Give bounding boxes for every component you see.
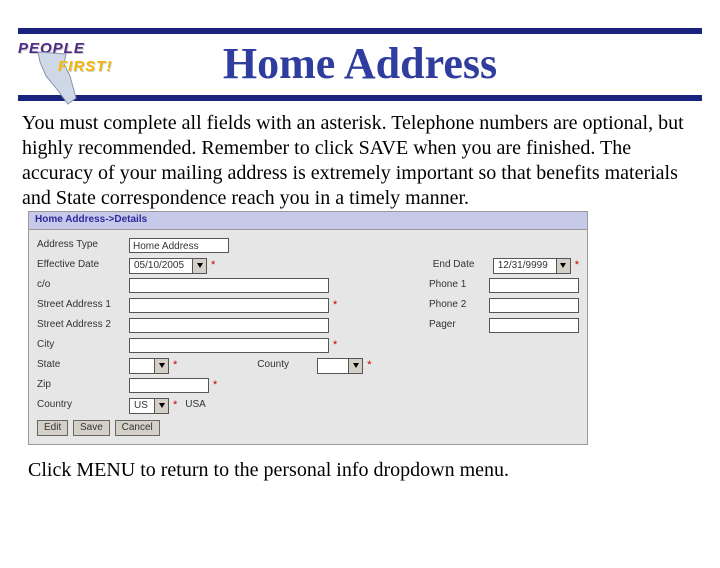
label-phone2: Phone 2 (429, 299, 489, 312)
country-code-value: US (130, 399, 154, 413)
intro-text: You must complete all fields with an ast… (22, 112, 684, 209)
phone1-input[interactable] (489, 278, 579, 293)
co-input[interactable] (129, 278, 329, 293)
edit-button[interactable]: Edit (37, 420, 68, 436)
state-select[interactable] (129, 358, 169, 374)
zip-input[interactable] (129, 378, 209, 393)
chevron-down-icon[interactable] (154, 399, 168, 413)
country-name: USA (185, 399, 206, 412)
florida-icon (36, 48, 84, 108)
chevron-down-icon[interactable] (348, 359, 362, 373)
label-state: State (37, 359, 129, 372)
asterisk-icon: * (173, 359, 177, 373)
save-button[interactable]: Save (73, 420, 110, 436)
county-value (318, 359, 348, 373)
effective-date-value: 05/10/2005 (130, 259, 192, 273)
label-end-date: End Date (433, 259, 493, 272)
logo-line2: FIRST! (58, 58, 112, 75)
mid-divider (18, 95, 702, 101)
city-input[interactable] (129, 338, 329, 353)
cancel-button[interactable]: Cancel (115, 420, 160, 436)
county-select[interactable] (317, 358, 363, 374)
label-effective-date: Effective Date (37, 259, 129, 272)
chevron-down-icon[interactable] (192, 259, 206, 273)
label-country: Country (37, 399, 129, 412)
label-address-type: Address Type (37, 239, 129, 252)
top-divider (18, 28, 702, 34)
end-date-value: 12/31/9999 (494, 259, 556, 273)
label-phone1: Phone 1 (429, 279, 489, 292)
label-street1: Street Address 1 (37, 299, 129, 312)
asterisk-icon: * (173, 399, 177, 413)
footer-text: Click MENU to return to the personal inf… (28, 459, 698, 482)
intro-paragraph: You must complete all fields with an ast… (22, 111, 698, 445)
label-co: c/o (37, 279, 129, 292)
home-address-panel: Home Address->Details Address Type Home … (28, 211, 588, 445)
asterisk-icon: * (213, 379, 217, 393)
label-zip: Zip (37, 379, 129, 392)
logo: PEOPLE FIRST! (18, 40, 138, 58)
end-date-select[interactable]: 12/31/9999 (493, 258, 571, 274)
panel-breadcrumb: Home Address->Details (29, 212, 587, 230)
chevron-down-icon[interactable] (556, 259, 570, 273)
label-street2: Street Address 2 (37, 319, 129, 332)
asterisk-icon: * (333, 339, 337, 353)
label-county: County (257, 359, 317, 372)
asterisk-icon: * (211, 259, 215, 273)
street2-input[interactable] (129, 318, 329, 333)
label-city: City (37, 339, 129, 352)
effective-date-select[interactable]: 05/10/2005 (129, 258, 207, 274)
label-pager: Pager (429, 319, 489, 332)
asterisk-icon: * (367, 359, 371, 373)
phone2-input[interactable] (489, 298, 579, 313)
asterisk-icon: * (333, 299, 337, 313)
state-value (130, 359, 154, 373)
pager-input[interactable] (489, 318, 579, 333)
address-type-field[interactable]: Home Address (129, 238, 229, 253)
asterisk-icon: * (575, 259, 579, 273)
street1-input[interactable] (129, 298, 329, 313)
chevron-down-icon[interactable] (154, 359, 168, 373)
country-select[interactable]: US (129, 398, 169, 414)
